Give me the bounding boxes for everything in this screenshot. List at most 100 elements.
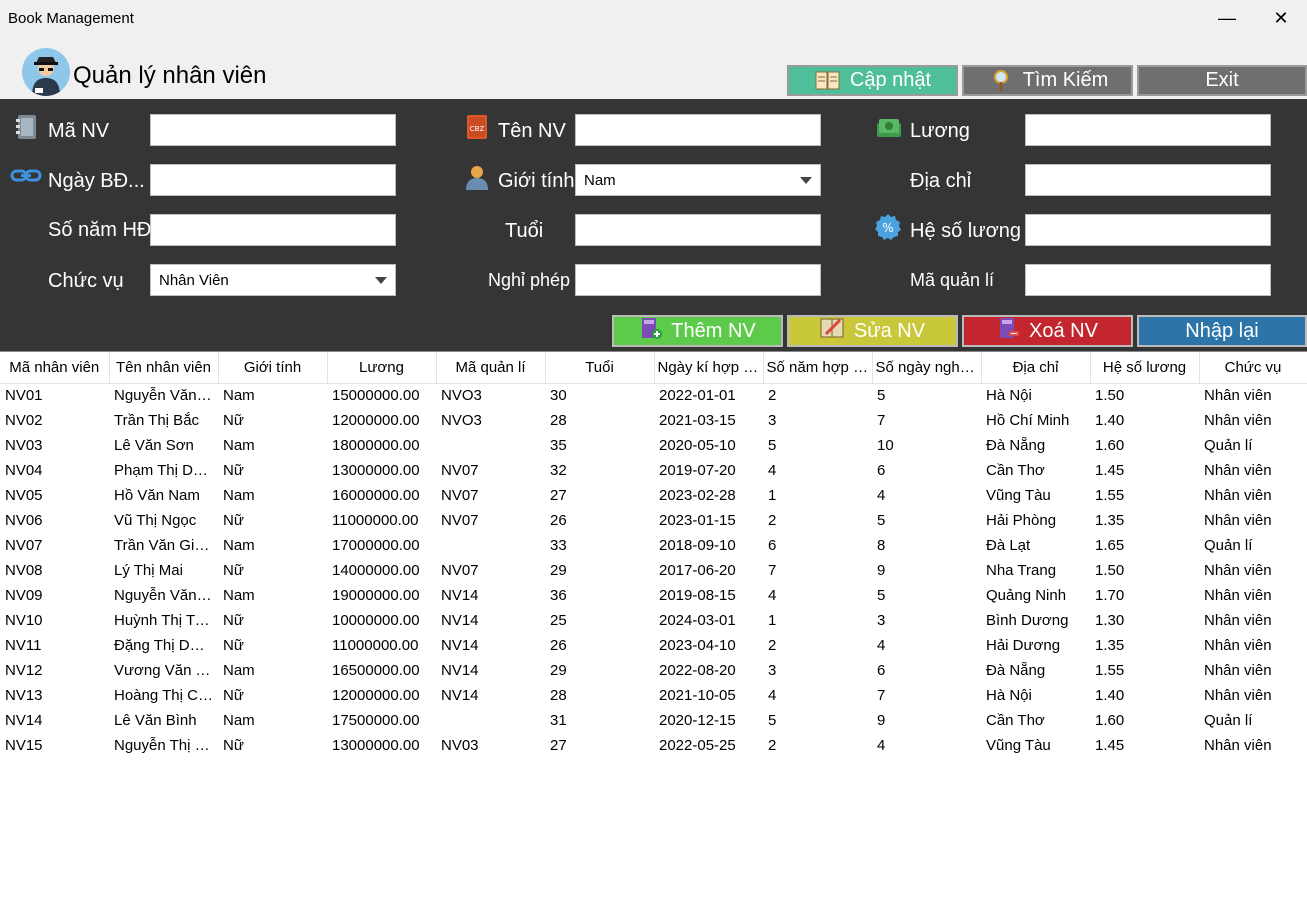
table-row[interactable]: NV11 Đặng Thị Dươ... Nữ 11000000.00 NV14 26 20… [0,633,1307,658]
column-header[interactable]: Số năm hợp đ... [763,352,873,384]
table-row[interactable]: NV01 Nguyễn Văn A... Nam 15000000.00 NVO3 30 2… [0,383,1307,408]
table-cell: 29 [550,562,567,579]
gioi-tinh-value: Nam [584,171,616,189]
table-row[interactable]: NV13 Hoàng Thị Chi... Nữ 12000000.00 NV14 28 2… [0,683,1307,708]
table-cell: Nhân viên [1204,412,1272,429]
table-cell: 11000000.00 [332,637,419,654]
percent-badge-icon: % [874,213,901,240]
nghi-phep-input[interactable] [575,264,821,296]
search-button[interactable]: Tìm Kiếm [962,65,1133,96]
window-title: Book Management [8,10,134,27]
minimize-button[interactable]: — [1204,0,1250,36]
table-cell: Cần Thơ [986,712,1045,729]
chuc-vu-select[interactable]: Nhân Viên [150,264,396,296]
column-header[interactable]: Lương [327,352,437,384]
svg-text:%: % [882,221,893,235]
table-cell: Nữ [223,737,244,754]
table-row[interactable]: NV15 Nguyễn Thị Ph... Nữ 13000000.00 NV03 27 2… [0,733,1307,758]
column-header[interactable]: Mã quản lí [436,352,546,384]
dia-chi-input[interactable] [1025,164,1271,196]
table-cell: NVO3 [441,387,482,405]
table-row[interactable]: NV07 Trần Văn Giang Nam 17000000.00 33 2018-0… [0,533,1307,558]
table-cell: 35 [550,437,567,454]
table-row[interactable]: NV09 Nguyễn Văn H... Nam 19000000.00 NV14 36 2… [0,583,1307,608]
column-header[interactable]: Mã nhân viên [0,352,110,384]
table-row[interactable]: NV05 Hồ Văn Nam Nam 16000000.00 NV07 27 2023-0… [0,483,1307,508]
luong-input[interactable] [1025,114,1271,146]
table-cell: Vũ Thị Ngọc [114,512,197,529]
table-cell: Quản lí [1204,537,1253,554]
ma-quan-li-input[interactable] [1025,264,1271,296]
table-cell [436,708,545,733]
table-cell: 31 [550,712,567,729]
table-row[interactable]: NV08 Lý Thị Mai Nữ 14000000.00 NV07 29 2017-06… [0,558,1307,583]
table-cell: 4 [768,462,777,479]
table-row[interactable]: NV14 Lê Văn Bình Nam 17500000.00 31 2020-12-1… [0,708,1307,733]
table-cell: 18000000.00 [332,437,420,454]
gioi-tinh-select[interactable]: Nam [575,164,821,196]
luong-label: Lương [910,120,970,142]
table-cell: NVO3 [441,412,482,429]
table-row[interactable]: NV06 Vũ Thị Ngọc Nữ 11000000.00 NV07 26 2023-0… [0,508,1307,533]
column-header[interactable]: Giới tính [218,352,328,384]
table-cell: 9 [877,712,886,729]
table-cell: 2022-01-01 [659,387,736,405]
table-cell: 2019-08-15 [659,587,736,604]
delete-employee-button[interactable]: Xoá NV [962,315,1133,347]
table-cell: Hải Phòng [986,512,1057,529]
ngay-bd-input[interactable] [150,164,396,196]
column-header[interactable]: Địa chỉ [981,352,1091,384]
table-cell: 13000000.00 [332,737,420,754]
table-cell: Cần Thơ [986,462,1045,479]
column-header[interactable]: Tuổi [545,352,655,384]
table-cell: NV10 [5,612,43,629]
table-row[interactable]: NV03 Lê Văn Sơn Nam 18000000.00 35 2020-05-10… [0,433,1307,458]
table-cell: 5 [768,712,777,729]
employee-form-panel: Mã NV CBZ Tên NV Lương Ngày BĐ... Giới t… [0,99,1307,351]
table-cell: 12000000.00 [332,687,420,704]
table-row[interactable]: NV04 Phạm Thị Dung Nữ 13000000.00 NV07 32 2019… [0,458,1307,483]
so-nam-hd-input[interactable] [150,214,396,246]
add-employee-button[interactable]: Thêm NV [612,315,783,347]
table-row[interactable]: NV10 Huỳnh Thị Tra... Nữ 10000000.00 NV14 25 2… [0,608,1307,633]
table-cell: 2022-05-25 [659,737,736,754]
table-cell: 6 [877,462,886,479]
table-cell: Nhân viên [1204,487,1272,504]
edit-employee-button[interactable]: Sửa NV [787,315,958,347]
tuoi-input[interactable] [575,214,821,246]
table-cell: 1.60 [1095,437,1125,454]
column-header[interactable]: Hệ số lương [1090,352,1200,384]
table-cell: 2020-12-15 [659,712,736,729]
ten-nv-input[interactable] [575,114,821,146]
table-cell: 9 [877,562,886,579]
column-header[interactable]: Ngày kí hợp đ... [654,352,764,384]
table-cell: 1.30 [1095,612,1125,629]
table-cell: 6 [877,662,886,679]
ma-nv-input[interactable] [150,114,396,146]
column-header[interactable]: Tên nhân viên [109,352,219,384]
table-cell: NV07 [5,537,43,554]
table-cell: Nam [223,487,255,504]
table-cell: 3 [768,412,777,429]
table-row[interactable]: NV12 Vương Văn Th... Nam 16500000.00 NV14 29 2… [0,658,1307,683]
table-cell: Nhân viên [1204,637,1272,654]
he-so-luong-input[interactable] [1025,214,1271,246]
dia-chi-label: Địa chỉ [910,170,972,192]
update-button[interactable]: Cập nhật [787,65,958,96]
table-cell: NV12 [5,662,43,679]
table-cell: 2023-04-10 [659,637,736,654]
exit-button[interactable]: Exit [1137,65,1307,96]
table-row[interactable]: NV02 Trần Thị Bắc Nữ 12000000.00 NVO3 28 2021-… [0,408,1307,433]
so-nam-hd-label: Số năm HĐ [48,219,152,241]
column-header[interactable]: Chức vụ [1199,352,1307,384]
table-cell: 2023-02-28 [659,487,736,504]
notebook-icon [14,114,40,140]
employee-table[interactable]: Mã nhân viên Tên nhân viên Giới tính Lươ… [0,351,1307,907]
table-cell: Nhân viên [1204,462,1272,479]
close-button[interactable]: ✕ [1258,0,1304,36]
table-cell: 1.50 [1095,387,1125,405]
reset-button[interactable]: Nhập lại [1137,315,1307,347]
table-cell [436,533,545,558]
column-header[interactable]: Số ngày nghỉ ... [872,352,982,384]
table-cell: 19000000.00 [332,587,420,604]
